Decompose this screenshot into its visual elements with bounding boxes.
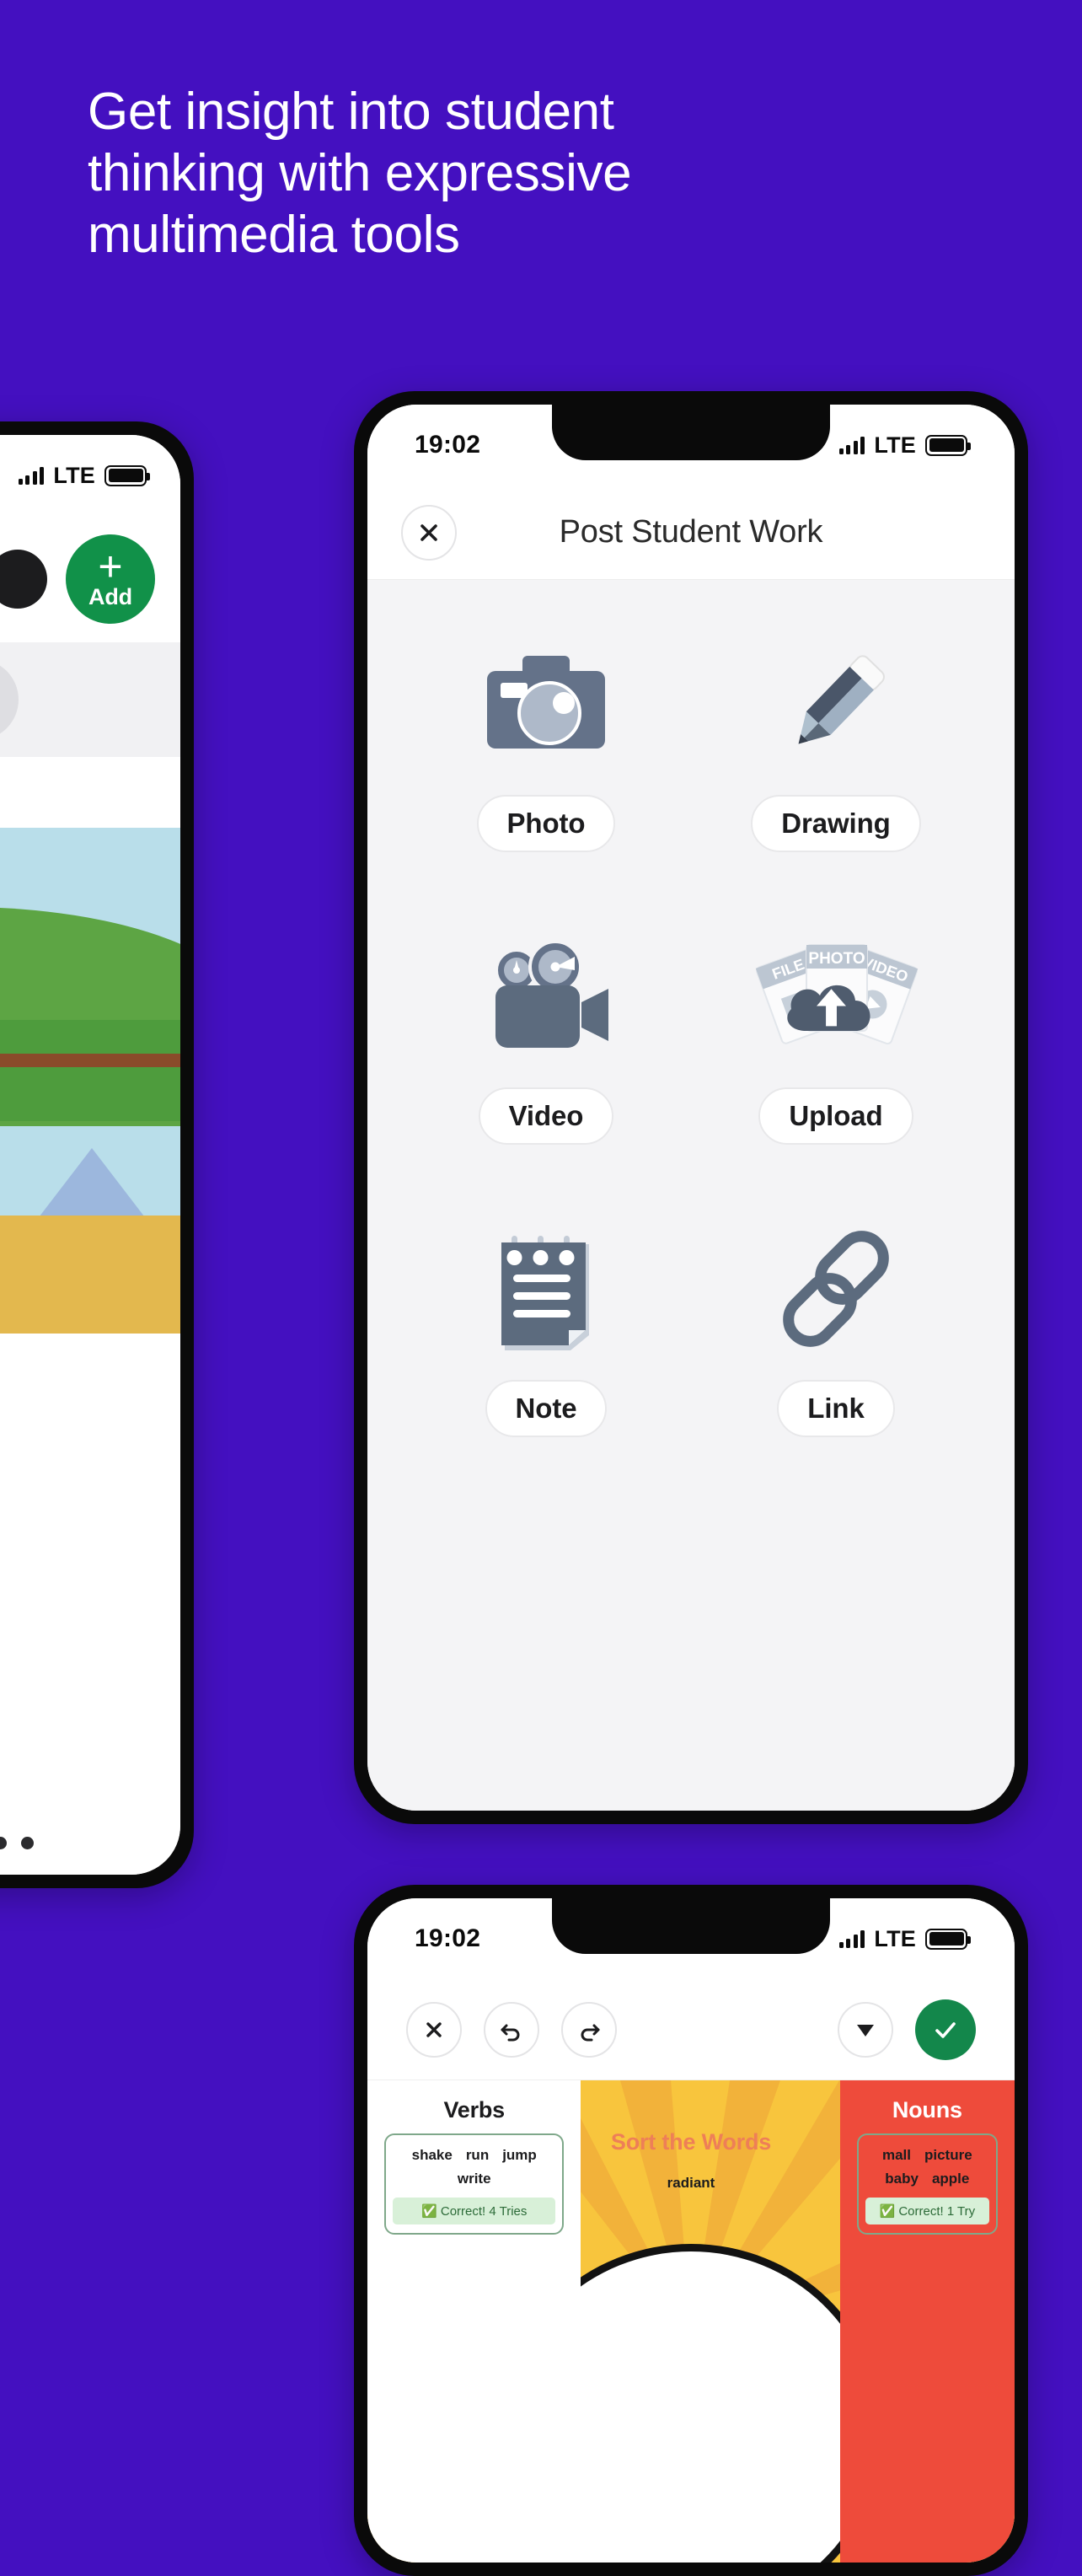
undo-button[interactable] [484,2001,539,2058]
landscape-illustration [0,828,180,1334]
option-link-label: Link [777,1380,895,1437]
word-chip[interactable]: jump [502,2147,537,2164]
bottom-phone-mockup: 19:02 LTE Sort the Words radiant Verbs s… [354,1885,1028,2576]
word-chip[interactable]: mall [882,2147,911,2164]
confirm-button[interactable] [915,1999,976,2060]
activity-canvas[interactable]: Sort the Words radiant Verbs shake run j… [367,2080,1015,2563]
option-video[interactable]: Video [401,918,691,1145]
status-time: 19:02 [415,431,481,459]
dropdown-button[interactable] [838,2001,893,2058]
post-options-body: Photo Drawing Video FILE VIDEO PHOTO Upl… [367,580,1015,1811]
view-toggle-row [0,642,180,757]
add-button[interactable]: + Add [66,534,155,624]
left-phone-screen: LTE + Add [0,435,180,1875]
category-verbs[interactable]: Verbs shake run jump write ✅ Correct! 4 … [367,2080,581,2563]
word-chip[interactable]: picture [924,2147,972,2164]
editor-toolbar [367,1979,1015,2080]
category-verbs-status: ✅ Correct! 4 Tries [393,2198,556,2224]
phone-notch [552,1898,830,1954]
word-chip[interactable]: baby [885,2171,919,2187]
option-video-label: Video [478,1087,614,1145]
status-right-group: LTE [838,432,971,459]
add-button-label: Add [88,583,132,609]
option-upload[interactable]: FILE VIDEO PHOTO Upload [691,918,981,1145]
left-network-label: LTE [53,462,95,488]
calendar-view-icon[interactable] [0,664,13,735]
headline-line-2: thinking with expressive [88,144,632,203]
close-button[interactable] [401,504,457,561]
signal-bars-icon [18,466,45,485]
signal-bars-icon [838,436,865,454]
left-phone-top-bar: + Add [0,516,180,642]
battery-icon [925,1928,971,1950]
option-photo[interactable]: Photo [401,625,691,852]
headline-line-3: multimedia tools [88,206,460,265]
category-verbs-words: shake run jump write [396,2147,552,2198]
upload-card-photo-label: PHOTO [808,950,865,968]
close-button[interactable] [406,2001,462,2058]
modal-header: Post Student Work [367,486,1015,580]
word-chip[interactable]: shake [412,2147,453,2164]
category-nouns[interactable]: Nouns mall picture baby apple ✅ Correct!… [839,2080,1015,2563]
pencil-icon [773,625,899,781]
left-phone-canvas: 10¢ [0,757,180,1875]
category-nouns-status: ✅ Correct! 1 Try [865,2198,989,2224]
status-time: 19:02 [415,1924,481,1952]
category-nouns-words: mall picture baby apple [869,2147,986,2198]
signal-bars-icon [838,1929,865,1948]
page-title: Get insight into student thinking with e… [88,81,981,266]
word-chip[interactable]: apple [932,2171,969,2187]
headline-line-1: Get insight into student [88,83,614,141]
plus-icon: + [98,542,123,590]
chain-link-icon [773,1210,899,1366]
option-upload-label: Upload [758,1087,913,1145]
option-link[interactable]: Link [691,1210,981,1437]
redo-button[interactable] [561,2001,617,2058]
option-drawing-label: Drawing [751,795,921,852]
overflow-menu-icon[interactable] [0,1837,180,1849]
network-label: LTE [874,432,916,458]
battery-icon [925,434,971,456]
left-phone-mockup: LTE + Add [0,421,194,1888]
avatar[interactable] [0,550,47,609]
word-chip[interactable]: write [458,2171,491,2187]
fence-rail-shape [0,1054,180,1067]
option-drawing[interactable]: Drawing [691,625,981,852]
category-verbs-title: Verbs [443,2097,505,2123]
main-phone-mockup: 19:02 LTE Post Student Work Photo Drawin… [354,391,1028,1824]
camera-icon [479,625,613,781]
left-status-right: LTE [18,462,150,489]
network-label: LTE [874,1925,916,1951]
video-camera-icon [477,918,616,1074]
left-status-bar: LTE [0,435,180,516]
phone-notch [552,405,830,460]
modal-title: Post Student Work [559,514,823,550]
word-chip[interactable]: run [466,2147,489,2164]
sand-shape [0,1216,180,1334]
category-nouns-dropzone[interactable]: mall picture baby apple ✅ Correct! 1 Try [856,2133,998,2235]
post-options-grid: Photo Drawing Video FILE VIDEO PHOTO Upl… [401,625,981,1437]
option-note[interactable]: Note [401,1210,691,1437]
category-nouns-title: Nouns [892,2097,962,2123]
main-phone-screen: 19:02 LTE Post Student Work Photo Drawin… [367,405,1015,1811]
bottom-phone-screen: 19:02 LTE Sort the Words radiant Verbs s… [367,1898,1015,2563]
option-photo-label: Photo [476,795,616,852]
cloud-upload-icon: FILE VIDEO PHOTO [754,918,919,1074]
battery-icon [104,464,150,486]
notepad-icon [490,1210,603,1366]
status-right-group: LTE [838,1925,971,1952]
view-toggle[interactable] [0,659,19,740]
category-verbs-dropzone[interactable]: shake run jump write ✅ Correct! 4 Tries [384,2133,565,2235]
hill-band-shape [0,1020,180,1121]
option-note-label: Note [485,1380,608,1437]
